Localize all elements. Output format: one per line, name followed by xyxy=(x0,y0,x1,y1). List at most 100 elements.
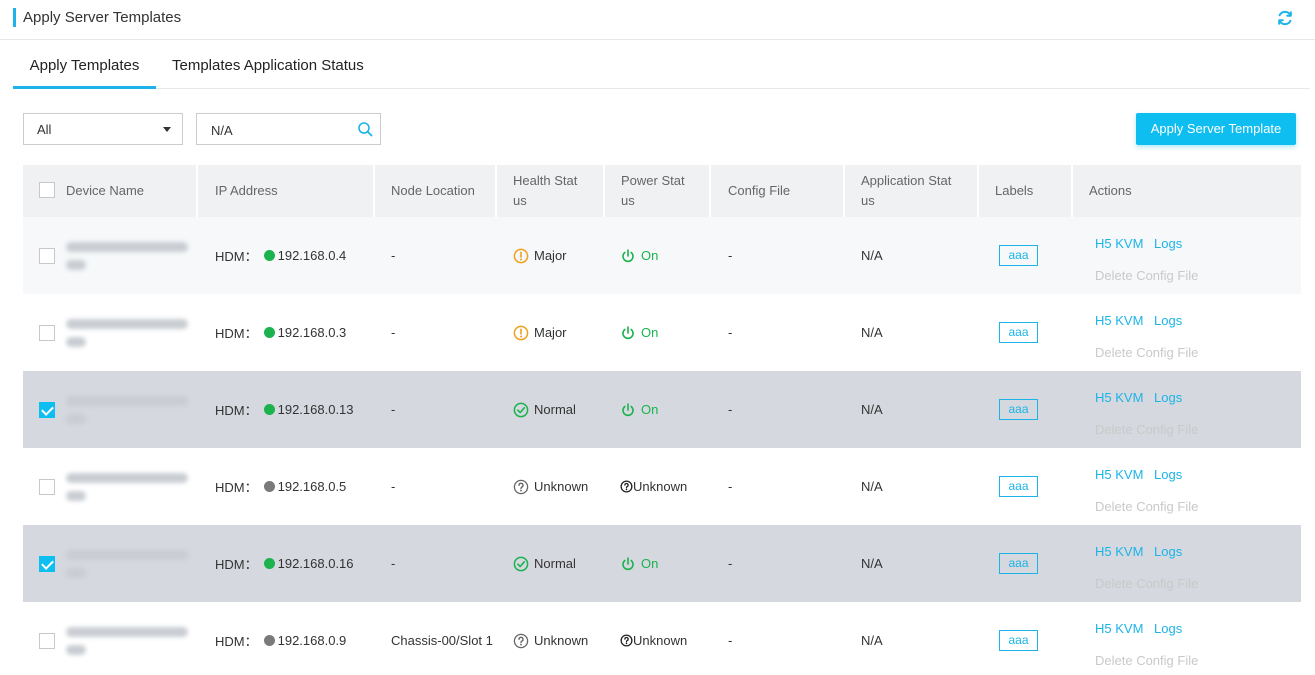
column-header-power-status[interactable]: Power Stat us xyxy=(605,165,711,217)
config-file: - xyxy=(728,248,733,263)
node-location: - xyxy=(391,479,396,494)
row-checkbox[interactable] xyxy=(39,402,55,418)
power-status: On xyxy=(620,371,658,448)
h5-kvm-link[interactable]: H5 KVM xyxy=(1095,621,1143,636)
connection-dot-icon xyxy=(263,481,275,492)
node-location: - xyxy=(391,248,396,263)
power-status: On xyxy=(620,294,658,371)
apply-server-template-button[interactable]: Apply Server Template xyxy=(1136,113,1296,145)
logs-link[interactable]: Logs xyxy=(1154,313,1182,328)
connection-dot-icon xyxy=(263,635,275,646)
health-status: Normal xyxy=(513,525,576,602)
page-title: Apply Server Templates xyxy=(23,9,182,26)
column-header-labels[interactable]: Labels xyxy=(979,165,1073,217)
tab-bar: Apply Templates Templates Application St… xyxy=(13,47,1310,89)
label-tag[interactable]: aaa xyxy=(999,630,1038,651)
ip-address: 192.168.0.9 xyxy=(277,633,347,648)
column-header-health-status[interactable]: Health Stat us xyxy=(497,165,605,217)
row-checkbox[interactable] xyxy=(39,633,55,649)
column-header-config-file[interactable]: Config File xyxy=(711,165,845,217)
device-name-redacted xyxy=(66,371,196,448)
delete-config-file-link: Delete Config File xyxy=(1095,653,1199,668)
warning-icon xyxy=(513,248,529,263)
table-row: HDM： 192.168.0.5 - Unknown Unknown - N/A… xyxy=(23,448,1301,525)
health-status-text: Normal xyxy=(534,556,576,571)
power-status-text: On xyxy=(641,248,659,263)
label-tag[interactable]: aaa xyxy=(999,476,1038,497)
ip-address-cell: HDM： 192.168.0.9 xyxy=(215,602,346,675)
column-header-node-location[interactable]: Node Location xyxy=(375,165,497,217)
check-circle-icon xyxy=(513,402,529,417)
application-status: N/A xyxy=(861,248,883,263)
device-name-redacted xyxy=(66,525,196,602)
labels-cell: aaa xyxy=(999,217,1038,294)
logs-link[interactable]: Logs xyxy=(1154,390,1182,405)
health-status-text: Normal xyxy=(534,402,576,417)
ip-address-cell: HDM： 192.168.0.16 xyxy=(215,525,354,602)
h5-kvm-link[interactable]: H5 KVM xyxy=(1095,313,1143,328)
h5-kvm-link[interactable]: H5 KVM xyxy=(1095,236,1143,251)
tab-templates-application-status[interactable]: Templates Application Status xyxy=(172,47,364,89)
connection-dot-icon xyxy=(263,558,275,569)
power-icon xyxy=(622,325,634,339)
labels-cell: aaa xyxy=(999,294,1038,371)
delete-config-file-link: Delete Config File xyxy=(1095,268,1199,283)
health-status: Unknown xyxy=(513,448,588,525)
logs-link[interactable]: Logs xyxy=(1154,544,1182,559)
ip-prefix: HDM： xyxy=(215,249,258,264)
select-all-cell xyxy=(23,165,55,217)
h5-kvm-link[interactable]: H5 KVM xyxy=(1095,467,1143,482)
delete-config-file-link: Delete Config File xyxy=(1095,345,1199,360)
logs-link[interactable]: Logs xyxy=(1154,236,1182,251)
ip-address-cell: HDM： 192.168.0.5 xyxy=(215,448,346,525)
h5-kvm-link[interactable]: H5 KVM xyxy=(1095,544,1143,559)
filter-dropdown[interactable]: All xyxy=(23,113,183,145)
logs-link[interactable]: Logs xyxy=(1154,467,1182,482)
label-tag[interactable]: aaa xyxy=(999,245,1038,266)
health-status: Major xyxy=(513,217,567,294)
node-location: - xyxy=(391,402,396,417)
ip-prefix: HDM： xyxy=(215,634,258,649)
power-status-text: On xyxy=(641,556,659,571)
config-file: - xyxy=(728,633,733,648)
search-input[interactable] xyxy=(211,120,351,140)
labels-cell: aaa xyxy=(999,602,1038,675)
connection-dot-icon xyxy=(263,404,275,415)
refresh-icon[interactable] xyxy=(1276,9,1294,27)
row-checkbox[interactable] xyxy=(39,479,55,495)
application-status: N/A xyxy=(861,402,883,417)
device-name-redacted xyxy=(66,448,196,525)
label-tag[interactable]: aaa xyxy=(999,399,1038,420)
health-status-text: Major xyxy=(534,248,567,263)
ip-address-cell: HDM： 192.168.0.13 xyxy=(215,371,354,448)
row-checkbox[interactable] xyxy=(39,556,55,572)
h5-kvm-link[interactable]: H5 KVM xyxy=(1095,390,1143,405)
power-status: Unknown xyxy=(620,448,687,525)
application-status: N/A xyxy=(861,556,883,571)
health-status: Unknown xyxy=(513,602,588,675)
column-header-application-status[interactable]: Application Stat us xyxy=(845,165,979,217)
node-location: Chassis-00/Slot 1 xyxy=(391,633,493,648)
ip-address: 192.168.0.3 xyxy=(277,325,347,340)
row-checkbox[interactable] xyxy=(39,248,55,264)
power-status-text: On xyxy=(641,325,659,340)
label-tag[interactable]: aaa xyxy=(999,322,1038,343)
search-icon[interactable] xyxy=(357,121,373,137)
label-tag[interactable]: aaa xyxy=(999,553,1038,574)
column-header-ip-address[interactable]: IP Address xyxy=(198,165,375,217)
labels-cell: aaa xyxy=(999,525,1038,602)
table-body: HDM： 192.168.0.4 - Major On - N/A aaa H5… xyxy=(23,217,1301,675)
connection-dot-icon xyxy=(263,250,275,261)
page-header: Apply Server Templates xyxy=(0,0,1315,40)
logs-link[interactable]: Logs xyxy=(1154,621,1182,636)
config-file: - xyxy=(728,479,733,494)
node-location: - xyxy=(391,325,396,340)
health-status: Normal xyxy=(513,371,576,448)
application-status: N/A xyxy=(861,633,883,648)
question-circle-icon xyxy=(513,479,529,494)
config-file: - xyxy=(728,556,733,571)
power-status-text: On xyxy=(641,402,659,417)
row-checkbox[interactable] xyxy=(39,325,55,341)
column-header-device-name[interactable]: Device Name xyxy=(50,165,198,217)
tab-apply-templates[interactable]: Apply Templates xyxy=(13,47,156,89)
